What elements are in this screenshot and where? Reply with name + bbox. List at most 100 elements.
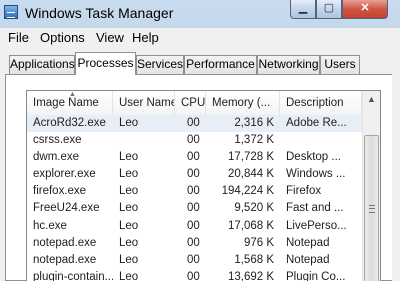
tab-networking[interactable]: Networking bbox=[257, 55, 320, 74]
menu-help[interactable]: Help bbox=[132, 30, 159, 45]
process-user: Leo bbox=[119, 168, 139, 181]
process-cpu: 00 bbox=[187, 253, 200, 266]
process-description: Notepad bbox=[286, 253, 330, 266]
process-memory: 13,692 K bbox=[227, 270, 274, 281]
vertical-scrollbar[interactable]: ▲ bbox=[362, 91, 380, 281]
process-name: dwm.exe bbox=[33, 151, 80, 164]
process-name: notepad.exe bbox=[33, 236, 97, 249]
tab-performance[interactable]: Performance bbox=[184, 55, 257, 74]
process-description: LivePerso... bbox=[286, 219, 347, 232]
table-row[interactable]: plugin-contain... Leo 00 13,692 K Plugin Co.… bbox=[27, 269, 362, 281]
table-row[interactable]: firefox.exe Leo 00 194,224 K Firefox bbox=[27, 183, 362, 200]
table-row[interactable]: csrss.exe 00 1,372 K bbox=[27, 132, 362, 149]
process-user: Leo bbox=[119, 253, 139, 266]
minimize-icon: ▁ bbox=[298, 2, 308, 14]
column-memory[interactable]: Memory (... bbox=[206, 91, 280, 115]
process-name: hc.exe bbox=[33, 219, 67, 232]
process-memory: 1,372 K bbox=[234, 134, 274, 147]
process-user: Leo bbox=[119, 270, 139, 281]
column-image-name[interactable]: ▲ Image Name bbox=[27, 91, 113, 115]
table-row[interactable]: dwm.exe Leo 00 17,728 K Desktop ... bbox=[27, 149, 362, 166]
process-name: AcroRd32.exe bbox=[33, 117, 106, 129]
process-memory: 1,568 K bbox=[234, 253, 274, 266]
process-user: Leo bbox=[119, 117, 139, 129]
process-description: Fast and ... bbox=[286, 202, 344, 215]
process-cpu: 00 bbox=[187, 185, 200, 198]
process-memory: 976 K bbox=[243, 236, 274, 249]
column-cpu[interactable]: CPU bbox=[175, 91, 206, 115]
process-description bbox=[286, 132, 362, 149]
process-rows: AcroRd32.exe Leo 00 2,316 K Adobe Re... csrss… bbox=[27, 115, 362, 281]
maximize-button[interactable]: ▢ bbox=[316, 0, 342, 19]
process-description: Firefox bbox=[286, 185, 322, 198]
scroll-up-button[interactable]: ▲ bbox=[363, 91, 380, 108]
column-user-name[interactable]: User Name bbox=[113, 91, 175, 115]
tab-services[interactable]: Services bbox=[136, 55, 184, 74]
process-memory: 17,068 K bbox=[227, 219, 274, 232]
close-icon: ✕ bbox=[360, 2, 370, 14]
column-description[interactable]: Description bbox=[280, 91, 362, 115]
process-list[interactable]: ▲ Image Name User Name CPU Memory (... D… bbox=[26, 90, 381, 281]
tab-applications[interactable]: Applications bbox=[9, 55, 75, 74]
process-description: Plugin Co... bbox=[286, 270, 346, 281]
process-cpu: 00 bbox=[187, 219, 200, 232]
table-row[interactable]: AcroRd32.exe Leo 00 2,316 K Adobe Re... bbox=[27, 115, 362, 133]
process-name: csrss.exe bbox=[33, 134, 82, 147]
tab-strip: Applications Processes Services Performa… bbox=[0, 48, 400, 75]
column-header-row: ▲ Image Name User Name CPU Memory (... D… bbox=[27, 91, 380, 116]
process-memory: 20,844 K bbox=[227, 168, 274, 181]
process-user: Leo bbox=[119, 202, 139, 215]
process-user: Leo bbox=[119, 151, 139, 164]
title-bar[interactable]: Windows Task Manager ▁ ▢ ✕ bbox=[0, 0, 400, 28]
process-description: Desktop ... bbox=[286, 151, 341, 164]
process-memory: 17,728 K bbox=[227, 151, 274, 164]
main-panel: Applications Processes Services Performa… bbox=[0, 48, 400, 281]
process-cpu: 00 bbox=[187, 270, 200, 281]
tab-processes[interactable]: Processes bbox=[75, 52, 136, 75]
tab-users[interactable]: Users bbox=[320, 55, 360, 74]
column-image-name-label: Image Name bbox=[33, 97, 99, 109]
process-name: firefox.exe bbox=[33, 185, 87, 198]
process-cpu: 00 bbox=[187, 236, 200, 249]
menu-view[interactable]: View bbox=[96, 30, 124, 45]
process-memory: 194,224 K bbox=[221, 185, 274, 198]
process-user: Leo bbox=[119, 219, 139, 232]
process-cpu: 00 bbox=[187, 168, 200, 181]
process-memory: 9,520 K bbox=[234, 202, 274, 215]
process-memory: 2,316 K bbox=[234, 117, 274, 129]
processes-page: ▲ Image Name User Name CPU Memory (... D… bbox=[5, 74, 400, 281]
task-manager-window: Windows Task Manager ▁ ▢ ✕ File Options … bbox=[0, 0, 400, 281]
table-row[interactable]: notepad.exe Leo 00 1,568 K Notepad bbox=[27, 252, 362, 269]
window-edge bbox=[392, 74, 400, 281]
task-manager-icon bbox=[4, 5, 18, 19]
process-name: notepad.exe bbox=[33, 253, 97, 266]
process-name: plugin-contain... bbox=[33, 270, 113, 281]
table-row[interactable]: notepad.exe Leo 00 976 K Notepad bbox=[27, 235, 362, 252]
table-row[interactable]: hc.exe Leo 00 17,068 K LivePerso... bbox=[27, 218, 362, 235]
menu-options[interactable]: Options bbox=[40, 30, 85, 45]
process-description: Notepad bbox=[286, 236, 330, 249]
window-title: Windows Task Manager bbox=[25, 5, 174, 21]
maximize-icon: ▢ bbox=[323, 2, 335, 14]
menu-bar: File Options View Help bbox=[0, 28, 400, 49]
process-cpu: 00 bbox=[187, 134, 200, 147]
table-row[interactable]: explorer.exe Leo 00 20,844 K Windows ... bbox=[27, 166, 362, 183]
scroll-up-icon: ▲ bbox=[367, 94, 376, 104]
sort-ascending-icon: ▲ bbox=[69, 91, 76, 98]
process-cpu: 00 bbox=[187, 202, 200, 215]
process-description: Windows ... bbox=[286, 168, 346, 181]
grip-icon bbox=[369, 205, 375, 213]
minimize-button[interactable]: ▁ bbox=[290, 0, 316, 19]
process-description: Adobe Re... bbox=[286, 117, 347, 129]
process-cpu: 00 bbox=[187, 117, 200, 129]
process-user: Leo bbox=[119, 236, 139, 249]
process-cpu: 00 bbox=[187, 151, 200, 164]
close-button[interactable]: ✕ bbox=[342, 0, 388, 19]
scrollbar-thumb[interactable] bbox=[364, 135, 379, 281]
process-user bbox=[119, 132, 175, 149]
menu-file[interactable]: File bbox=[8, 30, 29, 45]
process-name: explorer.exe bbox=[33, 168, 96, 181]
process-user: Leo bbox=[119, 185, 139, 198]
table-row[interactable]: FreeU24.exe Leo 00 9,520 K Fast and ... bbox=[27, 200, 362, 217]
process-name: FreeU24.exe bbox=[33, 202, 100, 215]
